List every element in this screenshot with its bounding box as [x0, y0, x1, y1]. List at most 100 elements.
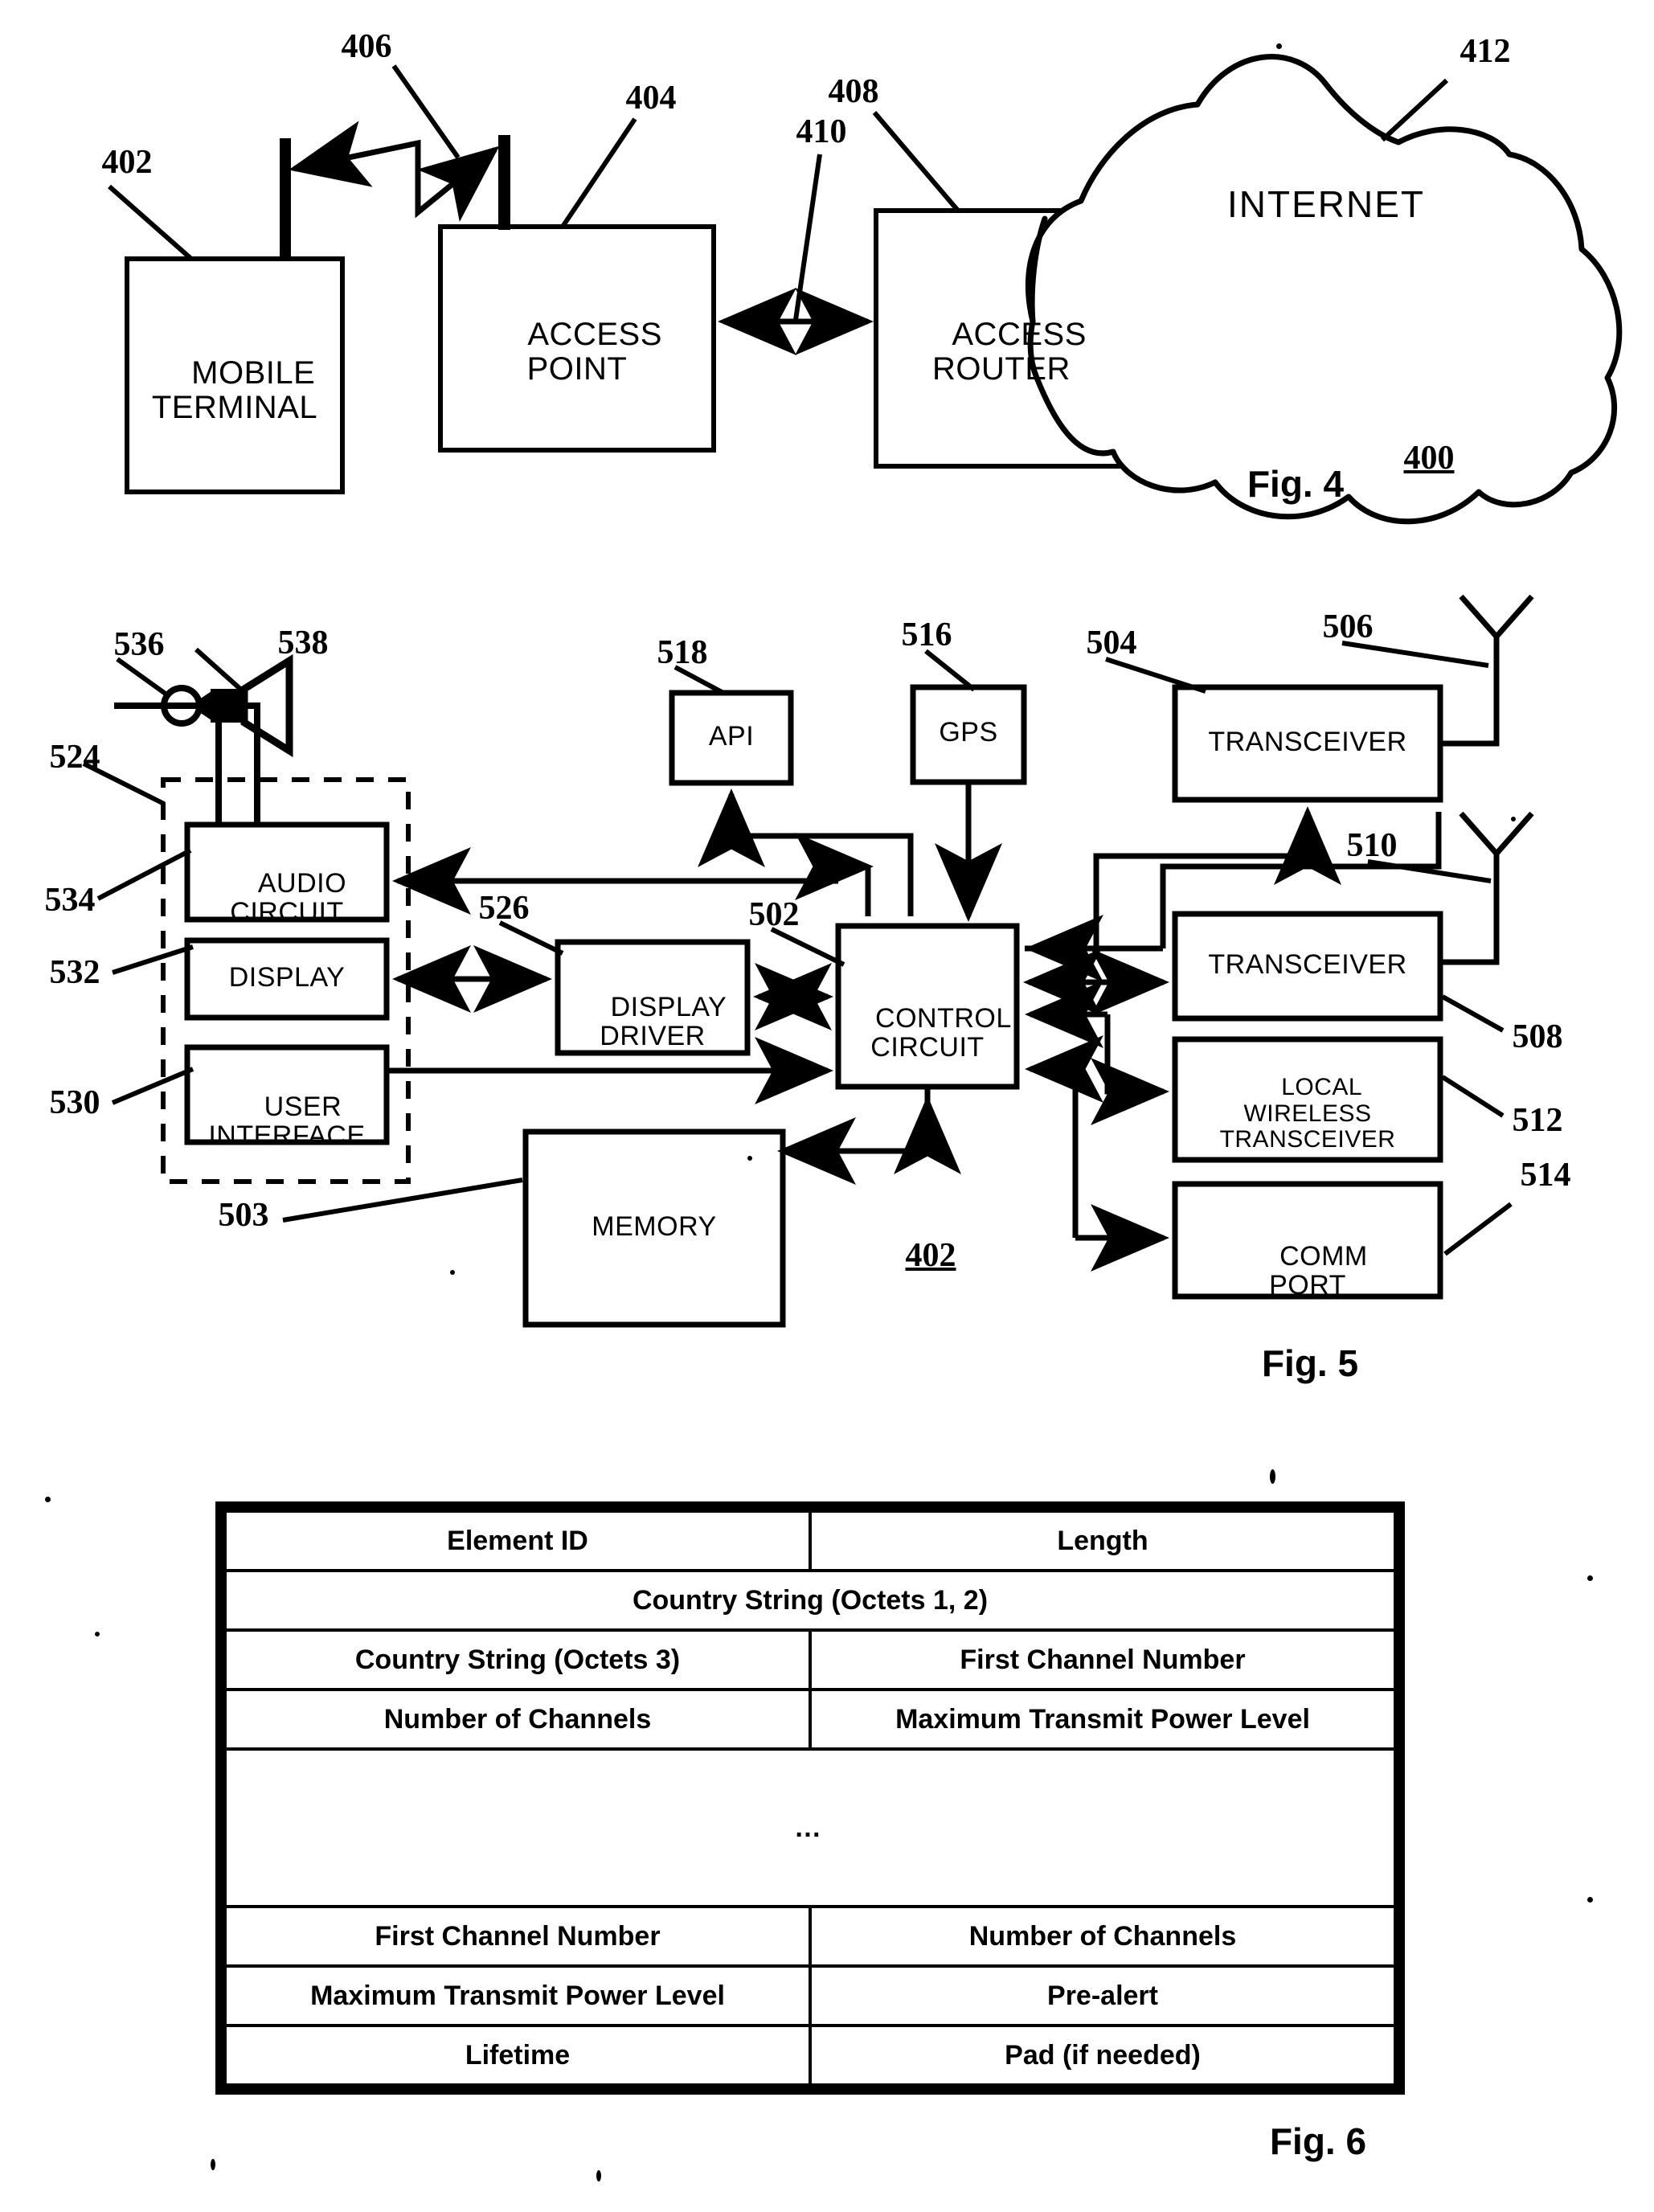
scan-speck	[596, 2170, 601, 2181]
table-cell-element-id: Element ID	[223, 1509, 812, 1572]
fig4-mobile-terminal-label: MOBILE TERMINAL	[151, 355, 318, 426]
fig5-ref-536: 536	[113, 626, 165, 663]
fig4-caption: Fig. 4	[1247, 463, 1345, 505]
fig5-antenna-510-icon	[1440, 811, 1534, 965]
fig5-leader-526	[498, 920, 564, 956]
fig5-transceiver-1-label: TRANSCEIVER	[1208, 727, 1407, 757]
scan-speck	[45, 1497, 51, 1502]
fig4-wireless-link-406	[289, 121, 500, 222]
fig5-leader-536	[116, 657, 170, 698]
table-cell-country-string-3: Country String (Octets 3)	[223, 1628, 812, 1691]
fig4-access-point-antenna	[498, 135, 510, 230]
fig5-ref-506: 506	[1322, 608, 1374, 645]
fig5-ref-530: 530	[49, 1084, 100, 1121]
table-row: Maximum Transmit Power Level Pre-alert	[223, 1964, 1397, 2027]
fig6-table-grid: Element ID Length Country String (Octets…	[223, 1509, 1397, 2087]
fig5-leader-504	[1105, 657, 1206, 694]
fig5-ref-510: 510	[1346, 827, 1398, 864]
fig4-access-router-label: ACCESS ROUTER	[932, 317, 1087, 387]
fig5-ref-514: 514	[1520, 1157, 1571, 1194]
fig5-leader-538	[194, 647, 243, 692]
scan-speck	[211, 2159, 215, 2170]
fig5-display-label: DISPLAY	[228, 962, 346, 993]
fig5-speaker-connect	[114, 703, 222, 825]
fig5-antenna-506-icon	[1440, 594, 1534, 747]
fig5-commport-to-control-link	[1025, 1035, 1103, 1238]
fig4-ref-402: 402	[101, 144, 153, 181]
table-cell-length: Length	[809, 1509, 1397, 1572]
fig5-assembly-ref: 402	[905, 1237, 956, 1274]
fig5-local-wireless-transceiver-label: LOCAL WIRELESS TRANSCEIVER	[1219, 1074, 1396, 1153]
fig5-leader-514	[1443, 1202, 1513, 1256]
fig5-ref-502: 502	[748, 896, 800, 933]
table-cell-max-transmit-power-b: Maximum Transmit Power Level	[223, 1964, 812, 2027]
table-cell-number-of-channels-b: Number of Channels	[809, 1905, 1397, 1968]
fig5-audio-circuit-label: AUDIO CIRCUIT	[230, 867, 347, 928]
table-cell-lifetime: Lifetime	[223, 2024, 812, 2087]
fig4-ref-410: 410	[796, 113, 847, 150]
table-cell-max-transmit-power-a: Maximum Transmit Power Level	[809, 1688, 1397, 1751]
table-cell-first-channel-number-a: First Channel Number	[809, 1628, 1397, 1691]
fig5-ref-518: 518	[657, 634, 708, 671]
fig5-display-driver-label: DISPLAY DRIVER	[600, 991, 727, 1052]
fig5-api-label: API	[708, 721, 755, 752]
table-row: Lifetime Pad (if needed)	[223, 2024, 1397, 2087]
scan-speck	[1587, 1575, 1593, 1581]
fig5-ref-526: 526	[478, 890, 530, 927]
scan-speck	[1270, 1469, 1275, 1484]
scan-speck	[747, 1156, 752, 1161]
fig5-comm-port-label: COMM PORT	[1269, 1240, 1368, 1301]
fig6-information-element-table: Element ID Length Country String (Octets…	[215, 1501, 1405, 2095]
fig5-control-to-memory-link	[777, 1087, 931, 1185]
fig4-ref-412: 412	[1460, 33, 1511, 70]
fig5-control-circuit-label: CONTROL CIRCUIT	[870, 1002, 1012, 1063]
table-row: Element ID Length	[223, 1509, 1397, 1572]
fig5-memory-label: MEMORY	[592, 1211, 717, 1242]
fig5-ref-524: 524	[49, 739, 100, 776]
fig5-leader-503	[282, 1178, 523, 1223]
table-row: Country String (Octets 3) First Channel …	[223, 1628, 1397, 1691]
patent-drawing-sheet: MOBILE TERMINAL ACCESS POINT ACCESS ROUTER …	[0, 0, 1654, 2212]
fig4-leader-410	[793, 154, 822, 321]
fig5-speaker-to-audio-wire	[211, 706, 315, 825]
fig5-leader-516	[924, 649, 976, 692]
fig4-leader-402	[108, 184, 193, 261]
fig5-ref-504: 504	[1086, 625, 1137, 662]
fig5-ref-532: 532	[49, 954, 100, 991]
table-row: …	[223, 1747, 1397, 1908]
scan-speck	[1587, 1897, 1593, 1903]
fig5-leader-502	[770, 927, 845, 967]
table-cell-pad: Pad (if needed)	[809, 2024, 1397, 2087]
table-cell-pre-alert: Pre-alert	[809, 1964, 1397, 2027]
fig5-ref-503: 503	[218, 1197, 269, 1234]
fig4-leader-404	[560, 117, 637, 228]
fig5-ref-538: 538	[277, 625, 329, 662]
fig5-transceiver-2-label: TRANSCEIVER	[1208, 949, 1407, 980]
table-cell-country-string-12: Country String (Octets 1, 2)	[223, 1569, 1397, 1632]
fig4-internet-label: INTERNET	[1227, 183, 1425, 225]
fig5-gps-label: GPS	[939, 717, 998, 748]
scan-speck	[1276, 43, 1282, 49]
fig5-leader-506	[1341, 641, 1489, 668]
fig6-caption: Fig. 6	[1269, 2120, 1367, 2162]
fig4-ref-404: 404	[625, 80, 677, 117]
fig4-ref-406: 406	[341, 28, 392, 65]
fig6-table-body: Element ID Length Country String (Octets…	[223, 1509, 1397, 2087]
fig5-ref-508: 508	[1512, 1018, 1563, 1055]
scan-speck	[450, 1270, 455, 1275]
fig4-leader-408	[872, 111, 960, 212]
fig4-access-point-label: ACCESS POINT	[526, 317, 662, 387]
fig4-assembly-ref: 400	[1403, 440, 1455, 477]
table-cell-number-of-channels-a: Number of Channels	[223, 1688, 812, 1751]
table-cell-first-channel-number-b: First Channel Number	[223, 1905, 812, 1968]
table-cell-ellipsis: …	[223, 1747, 1397, 1908]
fig5-leader-532	[112, 944, 194, 975]
scan-speck	[1511, 817, 1516, 821]
scan-speck	[95, 1632, 100, 1636]
fig4-mobile-terminal-antenna	[280, 138, 291, 260]
table-row: Country String (Octets 1, 2)	[223, 1569, 1397, 1632]
fig5-ref-534: 534	[44, 882, 96, 919]
fig5-ref-516: 516	[901, 616, 952, 653]
fig5-ref-512: 512	[1512, 1102, 1563, 1139]
fig5-leader-530	[111, 1067, 194, 1105]
